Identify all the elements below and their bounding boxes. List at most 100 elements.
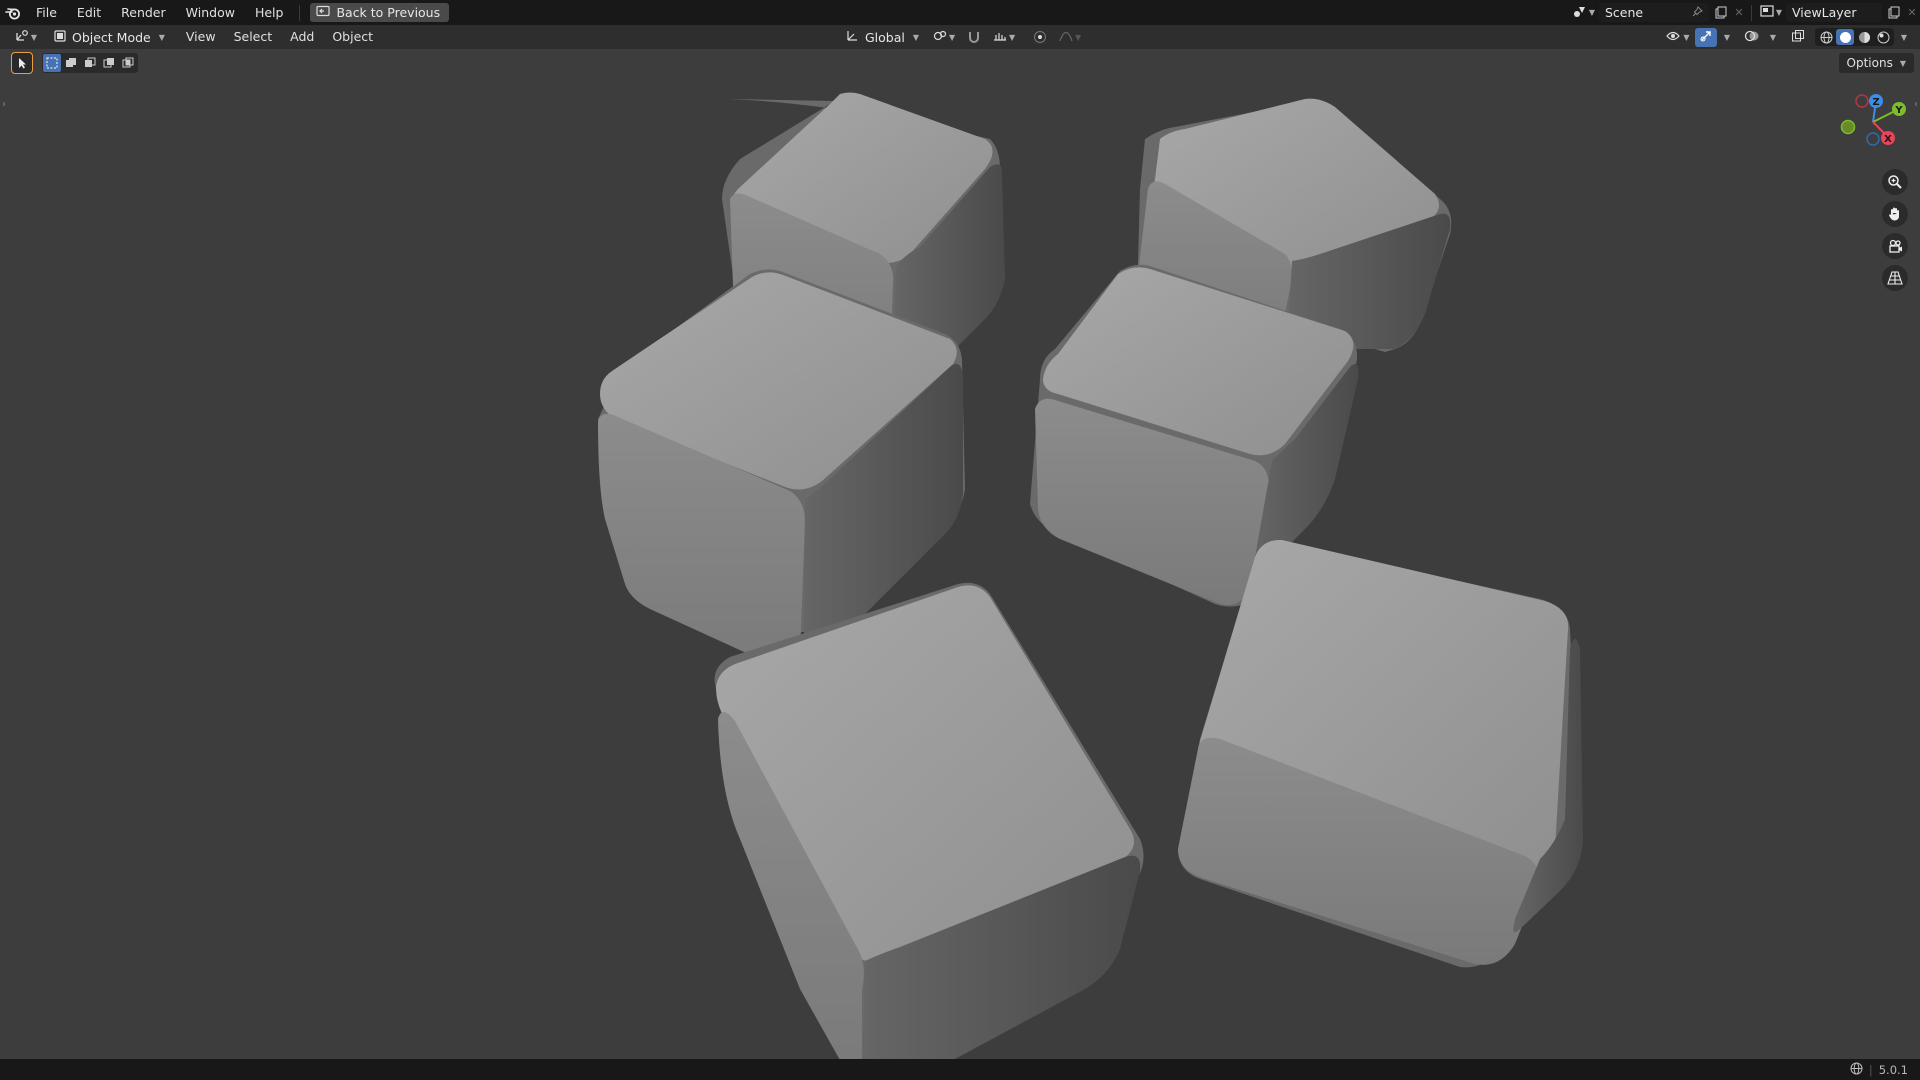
pivot-point-dropdown[interactable]: ▼ <box>929 28 959 47</box>
viewport-scene[interactable] <box>0 49 1920 1059</box>
view-layer-name-field[interactable]: ViewLayer <box>1786 3 1882 22</box>
scene-browse-button[interactable]: ▼ <box>1569 3 1599 22</box>
orientation-axes-icon <box>846 29 859 45</box>
select-tool-button[interactable] <box>11 52 33 74</box>
header-center-tools: Global ▼ ▼ ▼ ▼ <box>836 25 1085 49</box>
object-mode-label: Object Mode <box>72 29 151 45</box>
back-button-label: Back to Previous <box>336 5 441 20</box>
overlays-options-dropdown[interactable]: ▼ <box>1765 28 1779 47</box>
topbar-right-separator <box>1751 4 1752 21</box>
select-extend-icon <box>66 58 76 67</box>
viewport-tool-row <box>11 52 138 74</box>
select-subtract-button[interactable] <box>81 54 99 72</box>
shading-options-dropdown[interactable]: ▼ <box>1896 28 1910 47</box>
snap-target-dropdown[interactable]: ▼ <box>989 28 1019 47</box>
menu-render[interactable]: Render <box>111 0 176 25</box>
chevron-down-icon: ▼ <box>1769 32 1777 42</box>
y-axis-label: Y <box>1894 105 1903 116</box>
new-scene-icon[interactable] <box>1709 3 1731 22</box>
chevron-down-icon: ▼ <box>1775 8 1783 17</box>
toolbar-expand-arrow-icon[interactable]: › <box>2 99 6 110</box>
menu-edit[interactable]: Edit <box>67 0 111 25</box>
transform-orientation-dropdown[interactable]: Global ▼ <box>840 27 925 47</box>
header-right-tools: ▼ ▼ ▼ ▼ <box>1663 25 1910 49</box>
grid-perspective-icon <box>1887 271 1903 285</box>
proportional-falloff-dropdown[interactable]: ▼ <box>1055 28 1085 47</box>
chevron-down-icon: ▼ <box>1899 58 1906 68</box>
select-extend-button[interactable] <box>62 54 80 72</box>
menu-file[interactable]: File <box>26 0 67 25</box>
menu-add[interactable]: Add <box>281 25 323 49</box>
view-layer-icon <box>1760 5 1774 20</box>
rendered-sphere-icon <box>1877 31 1889 43</box>
select-invert-icon <box>103 58 114 68</box>
snap-increment-icon <box>993 29 1007 45</box>
selectability-visibility-dropdown[interactable]: ▼ <box>1663 28 1693 47</box>
scene-data-icon <box>1573 5 1587 21</box>
transform-orientation-label: Global <box>865 29 905 45</box>
menu-window[interactable]: Window <box>176 0 245 25</box>
select-intersect-button[interactable] <box>119 54 137 72</box>
xray-icon <box>1791 29 1805 46</box>
menu-separator <box>299 4 301 21</box>
pin-icon[interactable] <box>1692 5 1703 20</box>
material-preview-shading-button[interactable] <box>1855 29 1873 45</box>
zoom-button[interactable] <box>1882 169 1908 195</box>
show-gizmo-toggle[interactable] <box>1695 27 1717 47</box>
chevron-down-icon: ▼ <box>1588 8 1596 17</box>
solid-shading-button[interactable] <box>1836 29 1854 45</box>
blender-logo-icon[interactable] <box>0 0 26 25</box>
new-view-layer-icon[interactable] <box>1882 3 1904 22</box>
xray-toggle[interactable] <box>1787 28 1809 47</box>
chevron-down-icon: ▼ <box>1683 32 1690 42</box>
view-layer-browse-button[interactable]: ▼ <box>1756 3 1786 22</box>
3d-viewport[interactable]: Options ▼ › ‹ Z Y X <box>0 49 1920 1059</box>
proportional-editing-icon[interactable] <box>1029 28 1051 47</box>
eye-arrow-icon <box>1666 30 1681 45</box>
wireframe-shading-button[interactable] <box>1817 29 1835 45</box>
pan-button[interactable] <box>1882 201 1908 227</box>
sidebar-expand-arrow-icon[interactable]: ‹ <box>1914 99 1918 110</box>
rounded-cube-mesh[interactable] <box>714 582 1144 1059</box>
options-dropdown[interactable]: Options ▼ <box>1838 53 1914 73</box>
menu-help[interactable]: Help <box>245 0 294 25</box>
scene-name-field[interactable]: Scene <box>1599 3 1709 22</box>
magnifier-icon <box>1888 175 1902 189</box>
back-to-previous-button[interactable]: Back to Previous <box>310 3 450 22</box>
menu-object[interactable]: Object <box>323 25 382 49</box>
negative-z-axis-handle[interactable] <box>1866 132 1880 146</box>
chevron-down-icon: ▼ <box>30 32 38 42</box>
globe-icon <box>1850 1062 1863 1078</box>
show-overlays-toggle[interactable] <box>1741 28 1763 47</box>
status-bar: | 5.0.1 <box>0 1059 1920 1080</box>
rendered-shading-button[interactable] <box>1874 29 1892 45</box>
top-bar: File Edit Render Window Help Back to Pre… <box>0 0 1920 25</box>
snap-toggle-icon[interactable] <box>963 28 985 47</box>
back-screen-icon <box>316 5 331 20</box>
perspective-toggle-button[interactable] <box>1882 265 1908 291</box>
gizmo-options-dropdown[interactable]: ▼ <box>1719 28 1733 47</box>
negative-y-axis-handle[interactable] <box>1840 119 1856 135</box>
menu-view[interactable]: View <box>177 25 225 49</box>
chevron-down-icon: ▼ <box>1074 32 1082 42</box>
navigation-gizmo[interactable]: Z Y X <box>1838 87 1908 160</box>
camera-icon <box>1889 239 1902 253</box>
select-subtract-icon <box>85 57 96 67</box>
chevron-down-icon: ▼ <box>1723 32 1731 42</box>
gizmo-icon <box>1699 29 1713 46</box>
status-separator: | <box>1868 1062 1873 1077</box>
menu-select[interactable]: Select <box>225 25 282 49</box>
editor-type-button[interactable]: ▼ <box>8 28 44 47</box>
navigation-buttons <box>1882 169 1908 291</box>
camera-view-button[interactable] <box>1882 233 1908 259</box>
object-mode-dropdown[interactable]: Object Mode ▼ <box>48 27 171 47</box>
delete-scene-icon[interactable]: ✕ <box>1731 3 1747 22</box>
chevron-down-icon: ▼ <box>948 32 956 42</box>
delete-view-layer-icon[interactable]: ✕ <box>1904 3 1920 22</box>
select-new-button[interactable] <box>43 54 61 72</box>
select-invert-button[interactable] <box>100 54 118 72</box>
negative-x-axis-handle[interactable] <box>1855 94 1869 108</box>
viewport-header: ▼ Object Mode ▼ View Select Add Object G… <box>0 25 1920 49</box>
material-sphere-icon <box>1858 31 1870 43</box>
chevron-down-icon: ▼ <box>1008 32 1016 42</box>
